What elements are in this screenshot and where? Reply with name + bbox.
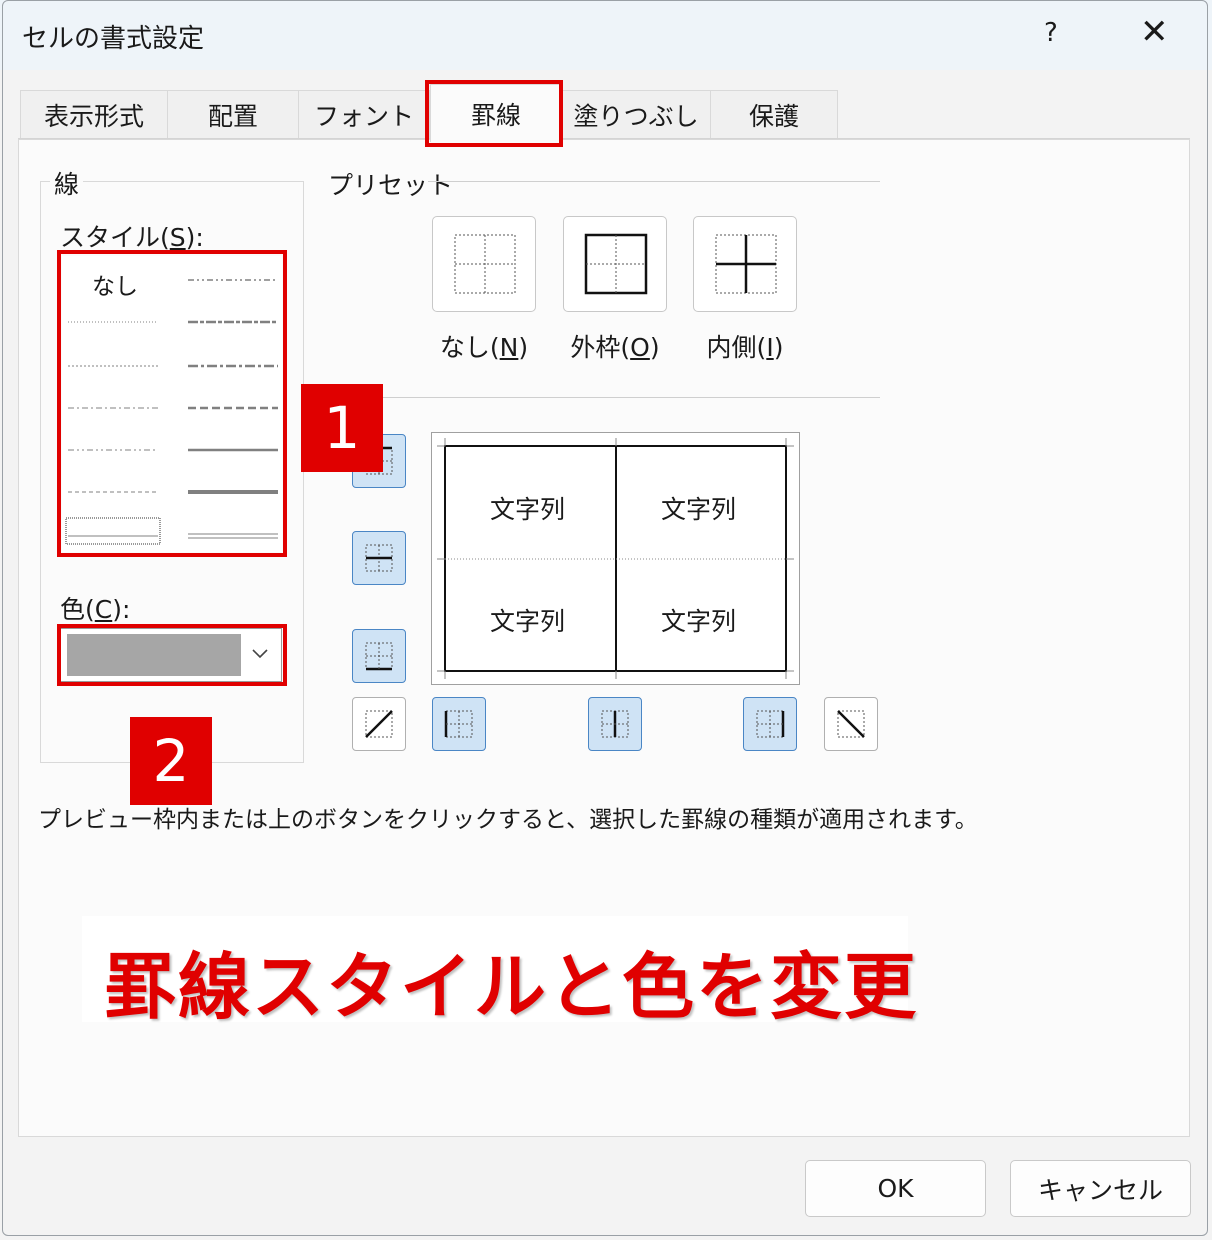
highlight-border-tab bbox=[425, 80, 563, 147]
color-label: 色(C): bbox=[60, 595, 131, 624]
border-right-icon bbox=[756, 710, 785, 738]
preset-outline-icon bbox=[584, 233, 648, 295]
diagonal-up-icon bbox=[365, 710, 393, 738]
preset-none-label: なし(N) bbox=[439, 333, 529, 362]
annotation-badge-2: 2 bbox=[130, 717, 212, 805]
tab-font[interactable]: フォント bbox=[298, 90, 430, 138]
preset-inside-label: 内側(I) bbox=[706, 333, 784, 362]
preview-cell-text: 文字列 bbox=[661, 607, 737, 636]
border-inside-horizontal-icon bbox=[365, 544, 393, 572]
preset-outline-button[interactable] bbox=[563, 216, 667, 312]
preset-outline-label: 外枠(O) bbox=[570, 333, 660, 362]
annotation-banner-text: 罫線スタイルと色を変更 bbox=[104, 945, 919, 1029]
preset-none-icon bbox=[454, 234, 516, 294]
highlight-color-dropdown bbox=[57, 624, 287, 686]
border-right-button[interactable] bbox=[743, 697, 797, 751]
preview-grid bbox=[437, 438, 794, 679]
tab-fill[interactable]: 塗りつぶし bbox=[561, 90, 711, 138]
ok-button[interactable]: OK bbox=[805, 1160, 986, 1217]
preview-cell-text: 文字列 bbox=[661, 495, 737, 524]
close-icon[interactable]: ✕ bbox=[1140, 12, 1169, 52]
preset-inside-icon bbox=[715, 234, 777, 294]
hint-text: プレビュー枠内または上のボタンをクリックすると、選択した罫線の種類が適用されます… bbox=[38, 807, 978, 833]
border-left-icon bbox=[444, 710, 473, 738]
tab-number-format[interactable]: 表示形式 bbox=[20, 90, 168, 138]
line-group-legend: 線 bbox=[50, 165, 84, 201]
border-inside-vertical-button[interactable] bbox=[588, 697, 642, 751]
border-separator bbox=[328, 397, 880, 398]
border-left-button[interactable] bbox=[432, 697, 486, 751]
cancel-button[interactable]: キャンセル bbox=[1010, 1160, 1191, 1217]
preset-legend: プリセット bbox=[328, 171, 454, 200]
help-button[interactable]: ? bbox=[1044, 18, 1058, 48]
annotation-badge-1: 1 bbox=[301, 384, 383, 472]
border-diagonal-up-button[interactable] bbox=[352, 697, 406, 751]
highlight-style-list bbox=[57, 250, 287, 557]
border-bottom-button[interactable] bbox=[352, 629, 406, 683]
border-bottom-icon bbox=[365, 642, 393, 671]
dialog-title: セルの書式設定 bbox=[22, 24, 205, 54]
preset-separator bbox=[428, 181, 880, 182]
preview-cell-text: 文字列 bbox=[490, 495, 566, 524]
preset-none-button[interactable] bbox=[432, 216, 536, 312]
preset-inside-button[interactable] bbox=[693, 216, 797, 312]
diagonal-down-icon bbox=[837, 710, 865, 738]
tab-protection[interactable]: 保護 bbox=[710, 90, 838, 138]
preview-cell-text: 文字列 bbox=[490, 607, 566, 636]
border-inside-vertical-icon bbox=[601, 710, 629, 738]
style-label: スタイル(S): bbox=[60, 223, 204, 252]
border-diagonal-down-button[interactable] bbox=[824, 697, 878, 751]
border-inside-horizontal-button[interactable] bbox=[352, 531, 406, 585]
tab-alignment[interactable]: 配置 bbox=[167, 90, 299, 138]
